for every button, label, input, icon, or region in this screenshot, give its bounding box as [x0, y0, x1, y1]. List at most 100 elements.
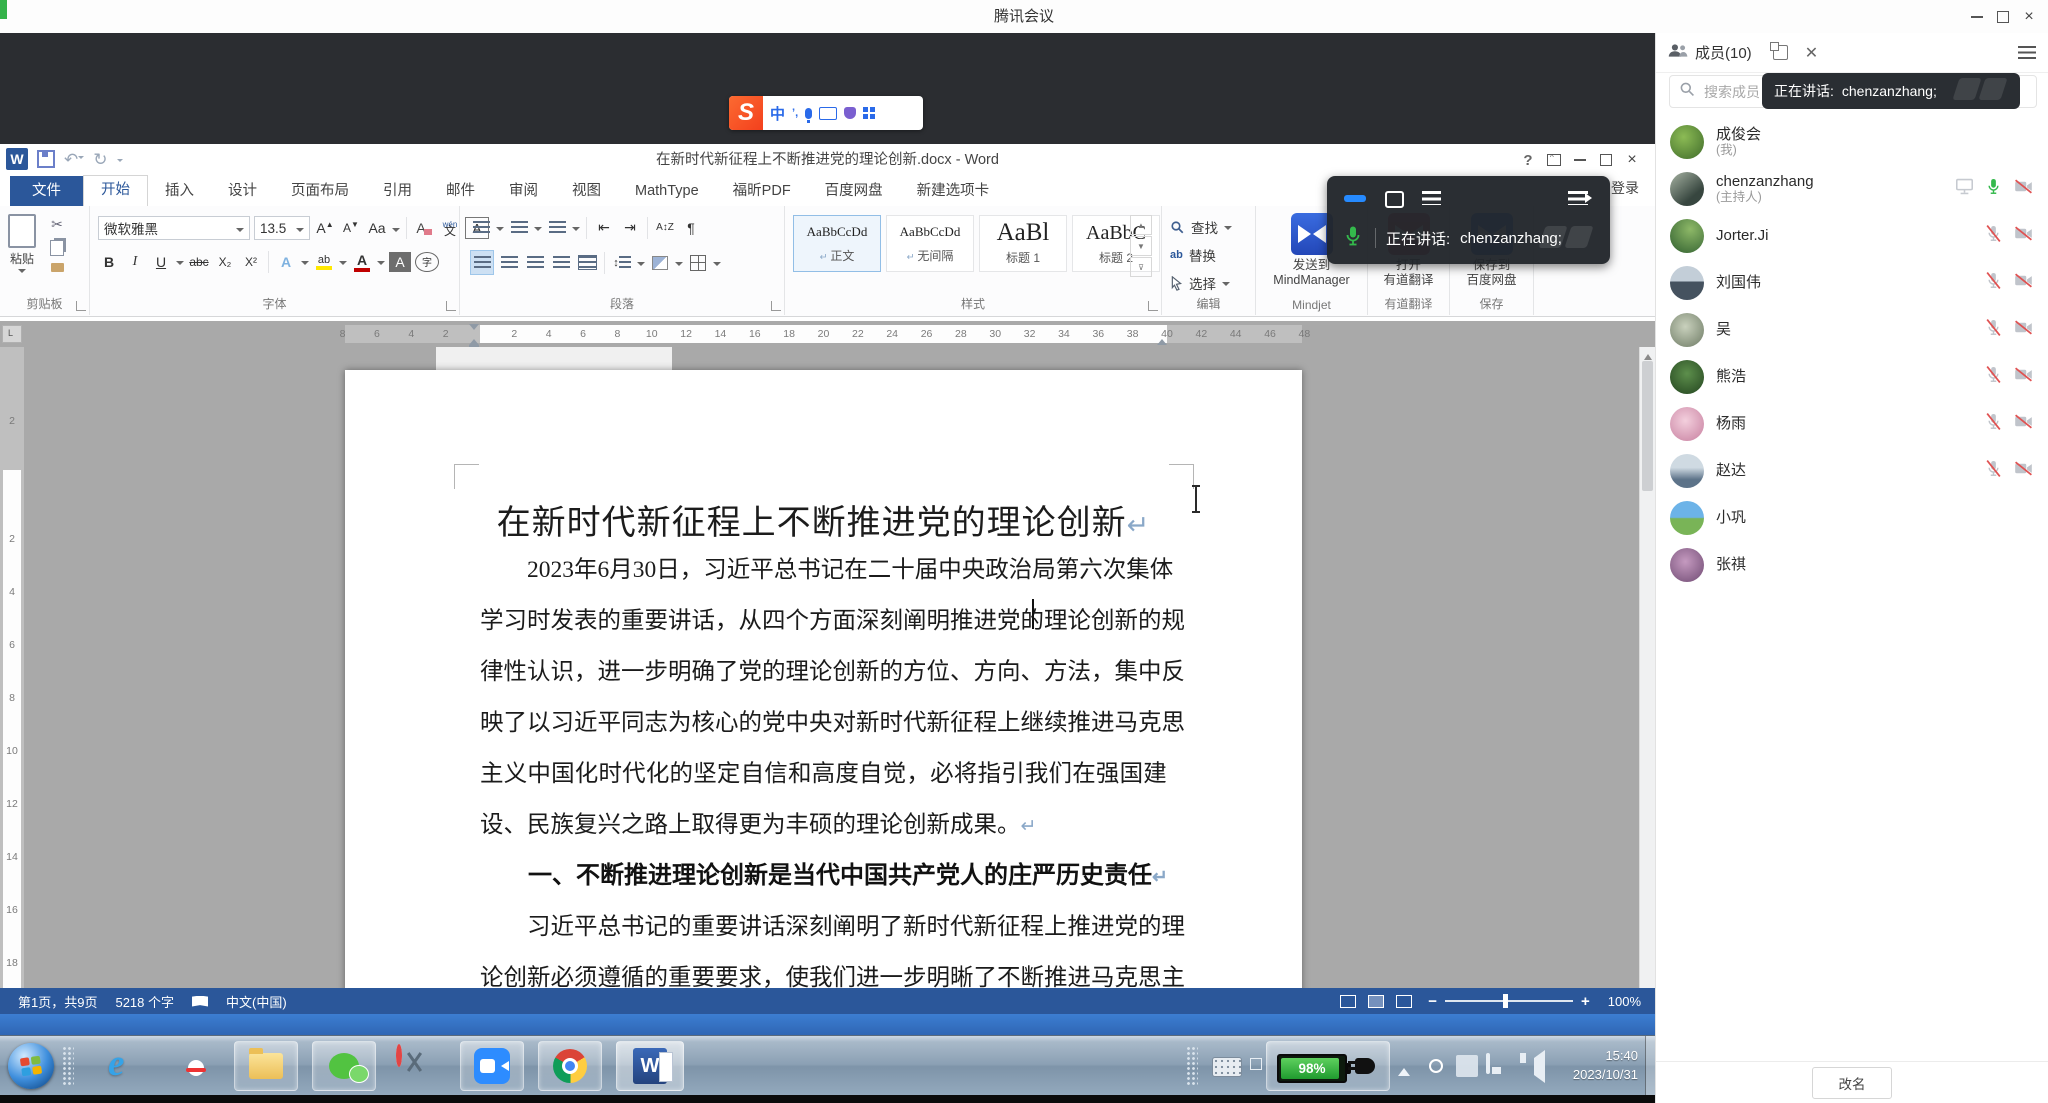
- minimize-icon[interactable]: [1964, 0, 1990, 33]
- word-app-icon[interactable]: W: [6, 148, 28, 170]
- help-icon[interactable]: ?: [1515, 146, 1541, 174]
- multilevel-list-icon[interactable]: [546, 216, 568, 239]
- tray-app-icon[interactable]: [1456, 1055, 1478, 1077]
- network-icon[interactable]: [1486, 1053, 1490, 1074]
- word-minimize-icon[interactable]: [1567, 146, 1593, 174]
- popout-icon[interactable]: [1773, 45, 1788, 60]
- tray-expand-icon[interactable]: [1398, 1062, 1410, 1076]
- style-正文[interactable]: AaBbCcDd↵ 正文: [793, 215, 881, 272]
- camera-off-icon[interactable]: [2013, 318, 2034, 342]
- member-row[interactable]: 小巩: [1656, 494, 2048, 541]
- member-list-icon[interactable]: [1422, 191, 1441, 205]
- zoom-out-icon[interactable]: −: [1428, 993, 1437, 1010]
- restore-view-icon[interactable]: [1385, 191, 1404, 208]
- ribbon-options-icon[interactable]: [1541, 146, 1567, 174]
- format-painter-icon[interactable]: [51, 263, 64, 272]
- meeting-floating-toolbar[interactable]: 正在讲话: chenzanzhang;: [1327, 176, 1610, 264]
- camera-off-icon[interactable]: [2013, 412, 2034, 436]
- member-row[interactable]: 刘国伟: [1656, 259, 2048, 306]
- tray-clock[interactable]: 15:40 2023/10/31: [1546, 1046, 1638, 1084]
- zoom-slider[interactable]: [1445, 1000, 1573, 1002]
- scroll-up-icon[interactable]: [1644, 350, 1652, 360]
- font-dialog-launcher[interactable]: [446, 301, 456, 311]
- shrink-font-icon[interactable]: A▼: [340, 217, 362, 240]
- bullets-icon[interactable]: [470, 216, 492, 239]
- internet-explorer-icon[interactable]: e: [108, 1042, 124, 1085]
- word-restore-icon[interactable]: [1593, 146, 1619, 174]
- editing-查找[interactable]: 查找: [1170, 214, 1232, 240]
- customize-qat-icon[interactable]: [117, 159, 123, 165]
- sogou-logo-icon[interactable]: S: [729, 96, 763, 130]
- font-color-icon[interactable]: A: [351, 250, 373, 273]
- member-row[interactable]: chenzanzhang(主持人): [1656, 165, 2048, 212]
- bold-icon[interactable]: B: [98, 250, 120, 273]
- decrease-indent-icon[interactable]: ⇤: [593, 216, 615, 239]
- change-case-icon[interactable]: Aa: [366, 217, 388, 240]
- member-row[interactable]: 赵达: [1656, 447, 2048, 494]
- ribbon-tab-页面布局[interactable]: 页面布局: [274, 176, 366, 206]
- right-indent-marker[interactable]: [1157, 334, 1167, 345]
- page-indicator[interactable]: 第1页，共9页: [18, 992, 97, 1011]
- font-family-select[interactable]: 微软雅黑: [98, 216, 250, 240]
- justify-icon[interactable]: [550, 251, 572, 274]
- word-count[interactable]: 5218 个字: [115, 992, 174, 1011]
- file-explorer-button[interactable]: [234, 1041, 298, 1091]
- member-row[interactable]: 成俊会(我): [1656, 118, 2048, 165]
- voice-input-icon[interactable]: [805, 108, 812, 119]
- borders-icon[interactable]: [687, 251, 709, 274]
- style-标题 1[interactable]: AaBl标题 1: [979, 215, 1067, 272]
- subscript-icon[interactable]: X₂: [214, 250, 236, 273]
- clear-format-icon[interactable]: A: [413, 217, 435, 240]
- superscript-icon[interactable]: X²: [240, 250, 262, 273]
- redo-icon[interactable]: ↻: [93, 151, 107, 168]
- underline-icon[interactable]: U: [150, 250, 172, 273]
- text-effects-icon[interactable]: A: [275, 250, 297, 273]
- read-mode-icon[interactable]: [1340, 995, 1356, 1008]
- grow-font-icon[interactable]: A▲: [314, 217, 336, 240]
- skin-icon[interactable]: [844, 107, 856, 119]
- battery-button[interactable]: 98%: [1266, 1041, 1390, 1091]
- camera-off-icon[interactable]: [2013, 365, 2034, 389]
- punctuation-icon[interactable]: ’,: [792, 107, 798, 119]
- tab-selector[interactable]: [2, 325, 22, 343]
- tray-window-icon[interactable]: [1250, 1058, 1262, 1070]
- ribbon-tab-插入[interactable]: 插入: [148, 176, 211, 206]
- camera-off-icon[interactable]: [2013, 224, 2034, 248]
- document-canvas[interactable]: 224681012141618 在新时代新征程上不断推进党的理论创新↵ 2023…: [0, 347, 1655, 988]
- sogou-toolbar[interactable]: S 中 ’,: [729, 96, 923, 130]
- proofing-icon[interactable]: [192, 996, 208, 1007]
- ribbon-tab-引用[interactable]: 引用: [366, 176, 429, 206]
- sort-icon[interactable]: A↕Z: [654, 216, 676, 239]
- shading-icon[interactable]: A: [389, 252, 411, 272]
- zoom-level[interactable]: 100%: [1608, 994, 1641, 1009]
- mic-on-icon[interactable]: [1984, 177, 2003, 201]
- clipboard-dialog-launcher[interactable]: [76, 301, 86, 311]
- member-row[interactable]: 熊浩: [1656, 353, 2048, 400]
- ribbon-tab-文件[interactable]: 文件: [10, 176, 83, 206]
- start-button[interactable]: [8, 1043, 54, 1089]
- shading-bucket-icon[interactable]: [649, 251, 671, 274]
- rename-button[interactable]: 改名: [1812, 1067, 1892, 1099]
- highlight-icon[interactable]: ab: [313, 250, 335, 273]
- camera-off-icon[interactable]: [2013, 459, 2034, 483]
- line-spacing-icon[interactable]: ↕: [611, 251, 633, 274]
- collapse-icon[interactable]: [1344, 195, 1366, 202]
- increase-indent-icon[interactable]: ⇥: [619, 216, 641, 239]
- language-indicator[interactable]: 中文(中国): [226, 992, 287, 1011]
- styles-dialog-launcher[interactable]: [1148, 301, 1158, 311]
- volume-icon[interactable]: [1526, 1050, 1545, 1083]
- vertical-ruler[interactable]: 224681012141618: [0, 347, 24, 988]
- camera-off-icon[interactable]: [2013, 177, 2034, 201]
- styles-scroll[interactable]: ▲ ▼ ⊽: [1130, 215, 1152, 277]
- ribbon-tab-新建选项卡[interactable]: 新建选项卡: [900, 176, 1007, 206]
- camera-off-icon[interactable]: [2013, 271, 2034, 295]
- wechat-button[interactable]: [312, 1041, 376, 1091]
- panel-toggle-icon[interactable]: [1568, 191, 1588, 205]
- paragraph-dialog-launcher[interactable]: [771, 301, 781, 311]
- panel-menu-icon[interactable]: [2018, 46, 2036, 59]
- paste-button[interactable]: 粘贴: [8, 214, 36, 277]
- signin-link[interactable]: 登录: [1611, 178, 1639, 198]
- toolbox-icon[interactable]: [863, 107, 875, 119]
- mic-off-icon[interactable]: [1984, 224, 2003, 248]
- touch-keyboard-icon[interactable]: [1212, 1057, 1242, 1077]
